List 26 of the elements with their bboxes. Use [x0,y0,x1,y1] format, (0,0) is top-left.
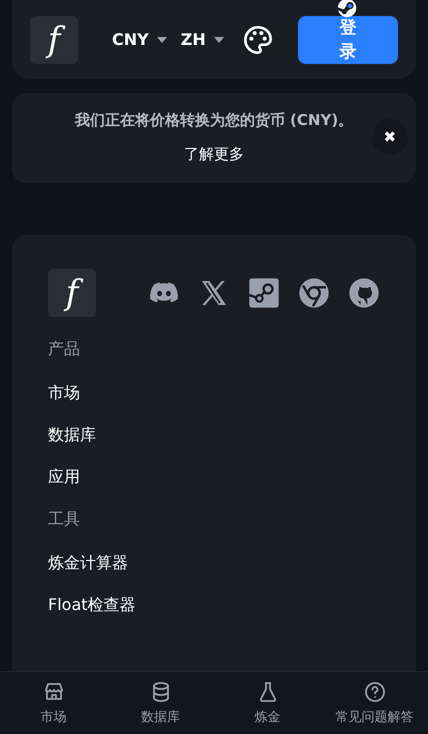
nav-tab[interactable]: 炼金 [214,672,321,734]
footer-link[interactable]: 炼金计算器 [48,553,380,573]
nav-tab[interactable]: 常见问题解答 [321,672,428,734]
caret-icon [156,36,167,42]
steam-icon[interactable] [248,277,280,309]
language-dropdown[interactable]: ZH [180,30,224,49]
question-icon [362,680,386,704]
nav-tab[interactable]: 市场 [0,672,107,734]
chrome-icon[interactable] [298,277,330,309]
currency-dropdown[interactable]: CNY [112,30,167,49]
footer-link[interactable]: 市场 [48,383,380,403]
caret-icon [214,36,224,42]
footer-link[interactable]: 数据库 [48,425,380,445]
footer-link[interactable]: Float检查器 [48,595,380,615]
section-heading: 产品 [48,339,81,359]
palette-icon[interactable] [242,24,274,56]
section-heading: 工具 [48,509,81,529]
close-button[interactable]: ✖ [372,119,408,155]
logo[interactable]: f [30,16,78,64]
nav-tab[interactable]: 数据库 [107,672,214,734]
login-button[interactable]: 登录 [298,16,398,64]
steam-icon [336,0,358,18]
footer-link[interactable]: 应用 [48,467,380,487]
learn-more-link[interactable]: 了解更多 [184,145,244,163]
github-icon[interactable] [348,277,380,309]
logo[interactable]: f [48,269,96,317]
